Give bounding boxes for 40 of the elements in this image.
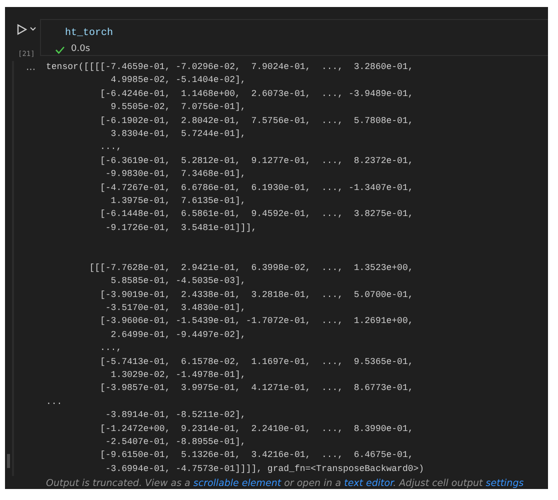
- link[interactable]: text editor: [344, 478, 394, 489]
- output-line: [-3.9857e-01, 3.9975e-01, 4.1271e-01, ..., 8.6773e-01,: [99, 383, 414, 394]
- output-line: [-5.7413e-01, 6.1578e-02, 1.1697e-01, ..., 9.5365e-01,: [99, 356, 414, 367]
- chevron-down-icon[interactable]: [30, 27, 36, 31]
- output-line: 2.6499e-01, -9.4497e-02],: [110, 330, 246, 340]
- link[interactable]: scrollable element: [193, 478, 282, 489]
- output-line: [-6.1448e-01, 6.5861e-01, 9.4592e-01, ..., 3.8275e-01,: [99, 209, 414, 220]
- output-menu-ellipsis[interactable]: ...: [14, 61, 46, 74]
- output-line: -3.5170e-01, 3.4830e-01],: [104, 303, 246, 314]
- scrollbar-thumb[interactable]: [7, 454, 10, 468]
- output-line: 1.3975e-01, 7.6135e-01],: [110, 196, 246, 206]
- output-line: 1.3029e-02, -1.4978e-01],: [110, 370, 246, 380]
- output-line: [-4.7267e-01, 6.6786e-01, 6.1930e-01, ..., -1.3407e-01,: [99, 182, 414, 193]
- output-line: tensor([[[[-7.4659e-01, -7.0296e-02, 7.9024e-01, ..., 3.2860e-01,: [46, 62, 414, 72]
- output-line: ...: [46, 396, 62, 407]
- output-line: 5.8585e-01, -4.5035e-03],: [110, 276, 246, 286]
- truncation-notice: Output is truncated. View as a scrollable element or open in a text editor. Adjust cell output settings: [46, 478, 525, 489]
- output-line: [-3.9019e-01, 2.4338e-01, 3.2818e-01, ..., 5.0700e-01,: [99, 290, 414, 300]
- output-line: -3.8914e-01, -8.5211e-02],: [104, 410, 246, 420]
- output-line: [-1.2472e+00, 9.2314e-01, 2.2410e-01, ..., 8.3990e-01,: [99, 424, 414, 434]
- run-icon[interactable]: [17, 24, 27, 34]
- output-line: -9.9830e-01, 7.3468e-01],: [104, 169, 246, 180]
- output-line: 9.5505e-02, 7.0756e-01],: [110, 102, 246, 112]
- output-line: [-6.1902e-01, 2.8042e-01, 7.5756e-01, ..., 5.7808e-01,: [99, 116, 414, 126]
- output-line: -3.6994e-01, -4.7573e-01]]]], grad_fn=<TransposeBackward0>): [104, 464, 424, 474]
- output-line: [-9.6150e-01, 5.1326e-01, 3.4216e-01, ..., 6.4675e-01,: [99, 450, 414, 460]
- output-line: 3.8304e-01, 5.7244e-01],: [110, 128, 246, 139]
- link[interactable]: settings: [486, 478, 524, 489]
- code-text: ht_torch: [65, 28, 114, 40]
- output-line: ...,: [99, 343, 122, 354]
- output-line: [-6.4246e-01, 1.1468e+00, 2.6073e-01, ..., -3.9489e-01,: [99, 88, 414, 99]
- output-line: [[[-7.7628e-01, 2.9421e-01, 6.3998e-02, ..., 1.3523e+00,: [88, 262, 414, 273]
- output-line: -9.1726e-01, 3.5481e-01]]],: [104, 222, 257, 233]
- output-line: 4.9985e-02, -5.1404e-02],: [110, 75, 246, 86]
- execution-time: 0.0s: [71, 44, 90, 55]
- code-cell-input[interactable]: ht_torch 0.0s: [40, 19, 548, 56]
- output-line: [-6.3619e-01, 5.2812e-01, 9.1277e-01, ..., 8.2372e-01,: [99, 156, 414, 166]
- output-line: -2.5407e-01, -8.8955e-01],: [104, 436, 246, 447]
- output-line: ...,: [99, 142, 122, 152]
- output-line: [-3.9606e-01, -1.5439e-01, -1.7072e-01, ..., 1.2691e+00,: [99, 316, 414, 326]
